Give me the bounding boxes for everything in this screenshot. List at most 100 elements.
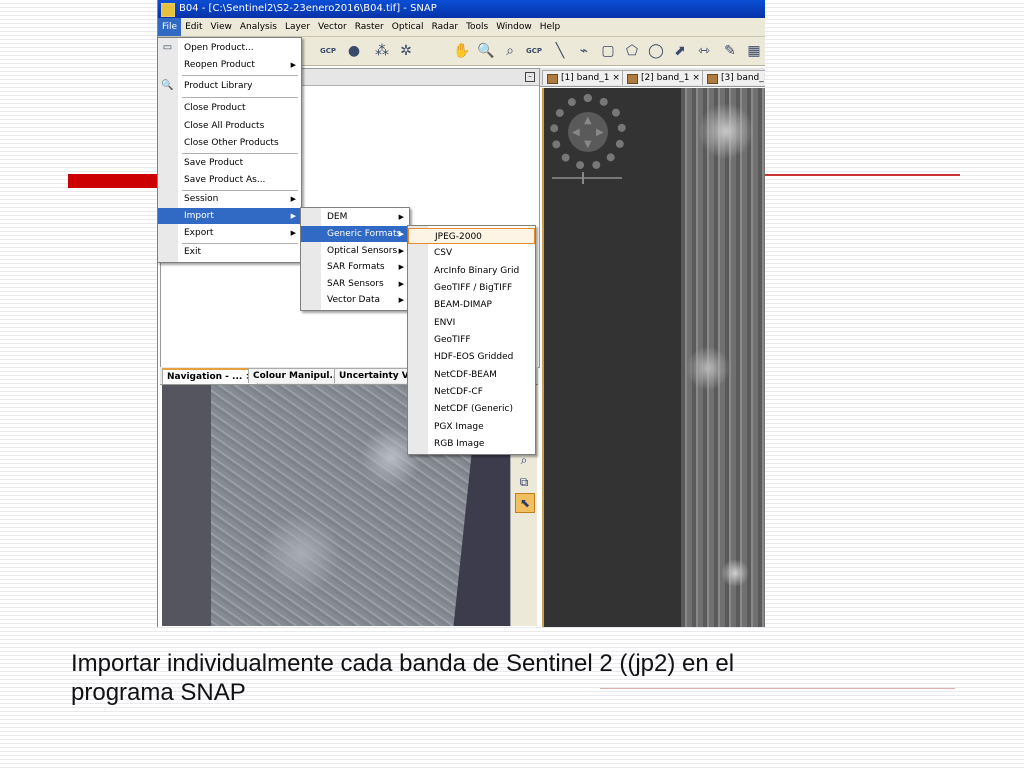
range-finder-icon[interactable]: ⇿ <box>694 41 714 61</box>
gcp-pin-button[interactable]: GCP <box>524 41 544 61</box>
menu-item-netcdf-beam[interactable]: NetCDF-BEAM <box>408 367 535 383</box>
menu-item-save-product-as[interactable]: Save Product As... <box>158 172 301 188</box>
menu-item-save-product[interactable]: Save Product <box>158 155 301 171</box>
menu-separator <box>182 97 298 98</box>
open-folder-icon: ▭ <box>162 42 173 53</box>
file-menu: ▭ Open Product... Reopen Product ▶ 🔍 Produc… <box>157 37 302 263</box>
menu-item-label: Session <box>184 194 219 204</box>
menu-item-label: DEM <box>327 212 348 222</box>
select-tool-icon[interactable]: ⬈ <box>670 41 690 61</box>
menu-item-label: Export <box>184 228 214 238</box>
menu-item-exit[interactable]: Exit <box>158 244 301 260</box>
menu-item-dem[interactable]: DEM ▶ <box>301 209 409 225</box>
menu-item-product-library[interactable]: 🔍 Product Library <box>158 78 301 94</box>
network-icon[interactable]: ✲ <box>396 41 416 61</box>
tab-image-2-label: [2] band_1 <box>641 73 690 83</box>
ellipse-tool-icon[interactable]: ◯ <box>646 41 666 61</box>
pan-left-icon[interactable]: ◀ <box>572 128 580 138</box>
tab-navigation[interactable]: Navigation - ... × <box>162 368 258 384</box>
menu-vector[interactable]: Vector <box>314 18 351 36</box>
menu-item-rgb-image[interactable]: RGB Image <box>408 436 535 452</box>
menu-item-label: Vector Data <box>327 295 381 305</box>
menu-item-import[interactable]: Import ▶ <box>158 208 301 224</box>
menu-optical[interactable]: Optical <box>388 18 428 36</box>
menu-layer[interactable]: Layer <box>281 18 314 36</box>
pan-right-icon[interactable]: ▶ <box>596 128 604 138</box>
menu-item-close-product[interactable]: Close Product <box>158 100 301 116</box>
image-view[interactable]: ▲ ▼ ◀ ▶ <box>542 88 765 627</box>
menu-item-hdf-eos-gridded[interactable]: HDF-EOS Gridded <box>408 349 535 365</box>
menu-item-vector-data[interactable]: Vector Data ▶ <box>301 292 409 308</box>
menu-view[interactable]: View <box>207 18 236 36</box>
menu-item-generic-formats[interactable]: Generic Formats ▶ <box>301 226 409 242</box>
tab-image-1[interactable]: [1] band_1 × <box>542 70 625 85</box>
menu-item-netcdf-cf[interactable]: NetCDF-CF <box>408 384 535 400</box>
menu-window[interactable]: Window <box>492 18 536 36</box>
gcp-tool-button[interactable]: GCP <box>318 41 338 61</box>
menu-item-pgx-image[interactable]: PGX Image <box>408 419 535 435</box>
generic-formats-submenu: JPEG-2000 CSV ArcInfo Binary Grid GeoTIF… <box>407 225 536 455</box>
slide-divider-line <box>600 688 955 689</box>
sync-cursor-icon[interactable]: ⬉ <box>515 493 535 513</box>
slide-caption: Importar individualmente cada banda de S… <box>71 649 971 707</box>
pencil-icon[interactable]: ✎ <box>720 41 740 61</box>
menu-item-geotiff[interactable]: GeoTIFF <box>408 332 535 348</box>
zoom-slider-track[interactable] <box>552 177 622 179</box>
menu-item-jpeg-2000[interactable]: JPEG-2000 <box>408 228 535 244</box>
menu-file[interactable]: File <box>158 18 182 36</box>
zoom-icon[interactable]: 🔍 <box>476 41 496 61</box>
line-tool-icon[interactable]: ╲ <box>550 41 570 61</box>
menu-item-label: Generic Formats <box>327 229 402 239</box>
menu-item-session[interactable]: Session ▶ <box>158 191 301 207</box>
import-submenu: DEM ▶ Generic Formats ▶ Optical Sensors ▶ S… <box>300 207 410 311</box>
pan-down-icon[interactable]: ▼ <box>584 140 592 150</box>
pan-hand-icon[interactable]: ✋ <box>452 41 472 61</box>
polyline-tool-icon[interactable]: ⌁ <box>574 41 594 61</box>
snap-app-icon <box>161 3 175 17</box>
submenu-arrow-icon: ▶ <box>398 296 404 304</box>
slide-red-accent-line <box>763 174 960 176</box>
close-icon[interactable]: × <box>612 73 620 83</box>
menu-item-optical-sensors[interactable]: Optical Sensors ▶ <box>301 243 409 259</box>
graph-icon[interactable]: ⁂ <box>372 41 392 61</box>
tab-image-2[interactable]: [2] band_1 × <box>622 70 705 85</box>
menu-separator <box>182 75 298 76</box>
menu-item-geotiff-bigtiff[interactable]: GeoTIFF / BigTIFF <box>408 280 535 296</box>
rectangle-tool-icon[interactable]: ▢ <box>598 41 618 61</box>
submenu-arrow-icon: ▶ <box>398 230 404 238</box>
polygon-tool-icon[interactable]: ⬠ <box>622 41 642 61</box>
submenu-arrow-icon: ▶ <box>398 213 404 221</box>
menu-tools[interactable]: Tools <box>462 18 492 36</box>
menu-item-sar-sensors[interactable]: SAR Sensors ▶ <box>301 276 409 292</box>
minimize-icon[interactable]: – <box>525 72 535 82</box>
menu-item-close-all-products[interactable]: Close All Products <box>158 118 301 134</box>
menu-radar[interactable]: Radar <box>428 18 463 36</box>
magic-wand-icon[interactable]: ⌕ <box>500 41 520 61</box>
menu-item-csv[interactable]: CSV <box>408 245 535 261</box>
blob-icon[interactable]: ● <box>344 41 364 61</box>
menu-item-export[interactable]: Export ▶ <box>158 225 301 241</box>
grid-icon[interactable]: ▦ <box>744 41 764 61</box>
pan-up-icon[interactable]: ▲ <box>584 116 592 126</box>
menu-raster[interactable]: Raster <box>351 18 388 36</box>
slide-caption-line-2: programa SNAP <box>71 679 246 706</box>
window-titlebar: B04 - [C:\Sentinel2\S2-23enero2016\B04.t… <box>158 0 765 18</box>
menu-analysis[interactable]: Analysis <box>236 18 281 36</box>
menu-item-arcinfo-binary-grid[interactable]: ArcInfo Binary Grid <box>408 263 535 279</box>
tab-colour-manipulation[interactable]: Colour Manipul... <box>248 368 345 383</box>
menu-edit[interactable]: Edit <box>181 18 206 36</box>
menu-item-envi[interactable]: ENVI <box>408 315 535 331</box>
close-icon[interactable]: × <box>692 73 700 83</box>
menu-item-reopen-product[interactable]: Reopen Product ▶ <box>158 57 301 73</box>
menu-item-beam-dimap[interactable]: BEAM-DIMAP <box>408 297 535 313</box>
zoom-slider-handle[interactable] <box>582 172 584 184</box>
library-search-icon: 🔍 <box>161 80 174 91</box>
menu-help[interactable]: Help <box>536 18 565 36</box>
image-view-tabs: [1] band_1 × [2] band_1 × [3] band_1 <box>540 68 765 87</box>
menu-item-netcdf-generic[interactable]: NetCDF (Generic) <box>408 401 535 417</box>
menu-item-sar-formats[interactable]: SAR Formats ▶ <box>301 259 409 275</box>
sync-views-icon[interactable]: ⧉ <box>515 473 533 491</box>
tab-image-3[interactable]: [3] band_1 <box>702 70 765 85</box>
menu-item-open-product[interactable]: ▭ Open Product... <box>158 40 301 56</box>
menu-item-close-other-products[interactable]: Close Other Products <box>158 135 301 151</box>
